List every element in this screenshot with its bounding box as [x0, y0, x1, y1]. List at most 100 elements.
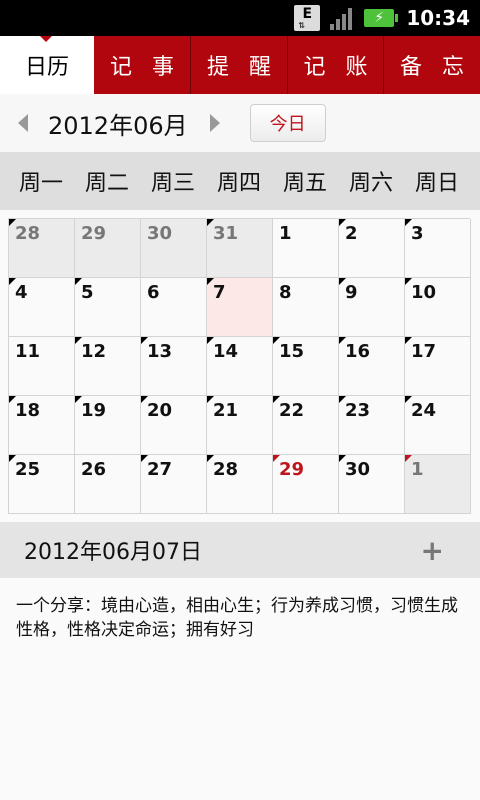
- event-marker-icon: [339, 219, 346, 226]
- tab-label: 备忘: [399, 55, 480, 80]
- weekday-label: 周五: [282, 171, 327, 196]
- event-marker-icon: [9, 278, 16, 285]
- calendar-day-cell[interactable]: 10: [405, 278, 471, 337]
- day-number: 1: [411, 459, 424, 480]
- calendar-day-cell[interactable]: 30: [339, 455, 405, 514]
- weekday-label: 周日: [414, 171, 459, 196]
- day-number: 3: [411, 223, 424, 244]
- day-number: 25: [15, 459, 41, 480]
- calendar-day-cell[interactable]: 30: [141, 219, 207, 278]
- calendar-day-cell[interactable]: 12: [75, 337, 141, 396]
- day-number: 11: [15, 341, 41, 362]
- day-number: 30: [147, 223, 173, 244]
- calendar-day-cell[interactable]: 21: [207, 396, 273, 455]
- day-number: 13: [147, 341, 173, 362]
- weekday-label: 周四: [216, 171, 261, 196]
- day-number: 27: [147, 459, 173, 480]
- event-marker-icon: [273, 396, 280, 403]
- calendar-day-cell[interactable]: 13: [141, 337, 207, 396]
- calendar-day-cell[interactable]: 31: [207, 219, 273, 278]
- event-marker-icon: [75, 337, 82, 344]
- event-marker-icon: [273, 455, 280, 462]
- calendar-day-cell[interactable]: 5: [75, 278, 141, 337]
- calendar-day-cell[interactable]: 7: [207, 278, 273, 337]
- event-marker-icon: [339, 396, 346, 403]
- calendar-day-cell[interactable]: 14: [207, 337, 273, 396]
- today-button[interactable]: 今日: [249, 104, 326, 142]
- event-marker-icon: [405, 219, 412, 226]
- calendar-day-cell[interactable]: 17: [405, 337, 471, 396]
- tab-notes[interactable]: 记事: [94, 36, 191, 94]
- day-number: 28: [213, 459, 239, 480]
- calendar-day-cell[interactable]: 8: [273, 278, 339, 337]
- day-number: 29: [279, 459, 305, 480]
- next-month-icon[interactable]: [209, 114, 220, 132]
- calendar-day-cell[interactable]: 1: [405, 455, 471, 514]
- day-number: 18: [15, 400, 41, 421]
- day-number: 1: [279, 223, 292, 244]
- signal-strength-icon: [330, 6, 354, 30]
- month-title: 2012年06月: [48, 111, 188, 140]
- calendar-day-cell[interactable]: 1: [273, 219, 339, 278]
- weekday-label: 周六: [348, 171, 393, 196]
- day-number: 17: [411, 341, 437, 362]
- day-number: 10: [411, 282, 437, 303]
- day-number: 19: [81, 400, 107, 421]
- day-number: 2: [345, 223, 358, 244]
- day-number: 16: [345, 341, 371, 362]
- calendar-day-cell[interactable]: 22: [273, 396, 339, 455]
- calendar-day-cell[interactable]: 19: [75, 396, 141, 455]
- calendar-day-cell[interactable]: 4: [9, 278, 75, 337]
- event-marker-icon: [207, 455, 214, 462]
- event-marker-icon: [273, 337, 280, 344]
- day-number: 21: [213, 400, 239, 421]
- event-marker-icon: [405, 396, 412, 403]
- event-marker-icon: [405, 337, 412, 344]
- day-number: 20: [147, 400, 173, 421]
- calendar-day-cell[interactable]: 29: [75, 219, 141, 278]
- event-marker-icon: [339, 278, 346, 285]
- calendar-day-cell[interactable]: 3: [405, 219, 471, 278]
- day-number: 26: [81, 459, 107, 480]
- calendar-day-cell[interactable]: 9: [339, 278, 405, 337]
- calendar-day-cell[interactable]: 23: [339, 396, 405, 455]
- data-arrows-icon: ⇅: [298, 21, 306, 30]
- tab-calendar[interactable]: 日历: [0, 36, 94, 94]
- add-note-icon[interactable]: +: [421, 534, 444, 567]
- calendar-day-cell[interactable]: 11: [9, 337, 75, 396]
- event-marker-icon: [75, 396, 82, 403]
- tab-accounting[interactable]: 记账: [288, 36, 384, 94]
- calendar-day-cell[interactable]: 2: [339, 219, 405, 278]
- event-marker-icon: [405, 455, 412, 462]
- calendar-day-cell[interactable]: 27: [141, 455, 207, 514]
- day-number: 7: [213, 282, 226, 303]
- calendar-day-cell[interactable]: 28: [9, 219, 75, 278]
- calendar-day-cell[interactable]: 15: [273, 337, 339, 396]
- day-number: 31: [213, 223, 239, 244]
- calendar-day-cell[interactable]: 16: [339, 337, 405, 396]
- calendar-day-cell[interactable]: 26: [75, 455, 141, 514]
- month-navigator: 2012年06月 今日: [0, 94, 480, 152]
- tab-label: 记账: [303, 55, 388, 80]
- previous-month-icon[interactable]: [18, 114, 28, 132]
- calendar-day-cell[interactable]: 29: [273, 455, 339, 514]
- calendar-grid: 28 29 30 31 1 2 3 4 5 6 7 8 9 10 11 12 13 14 15 16 17 18 19 20 2…: [8, 218, 471, 514]
- battery-charging-icon: ⚡: [364, 9, 399, 27]
- day-number: 6: [147, 282, 160, 303]
- event-marker-icon: [141, 396, 148, 403]
- note-text[interactable]: 一个分享：境由心造，相由心生；行为养成习惯，习惯生成性格，性格决定命运；拥有好习: [16, 594, 466, 642]
- tab-reminders[interactable]: 提醒: [191, 36, 288, 94]
- tab-label: 日历: [24, 55, 69, 80]
- selected-date-text: 2012年06月07日: [24, 540, 202, 565]
- tab-memo[interactable]: 备忘: [384, 36, 480, 94]
- calendar-day-cell[interactable]: 18: [9, 396, 75, 455]
- calendar-day-cell[interactable]: 24: [405, 396, 471, 455]
- calendar-day-cell[interactable]: 25: [9, 455, 75, 514]
- weekday-label: 周一: [18, 171, 63, 196]
- calendar-day-cell[interactable]: 20: [141, 396, 207, 455]
- event-marker-icon: [141, 455, 148, 462]
- calendar-day-cell[interactable]: 6: [141, 278, 207, 337]
- weekday-header: 周一 周二 周三 周四 周五 周六 周日: [0, 152, 480, 210]
- calendar-day-cell[interactable]: 28: [207, 455, 273, 514]
- weekday-label: 周三: [150, 171, 195, 196]
